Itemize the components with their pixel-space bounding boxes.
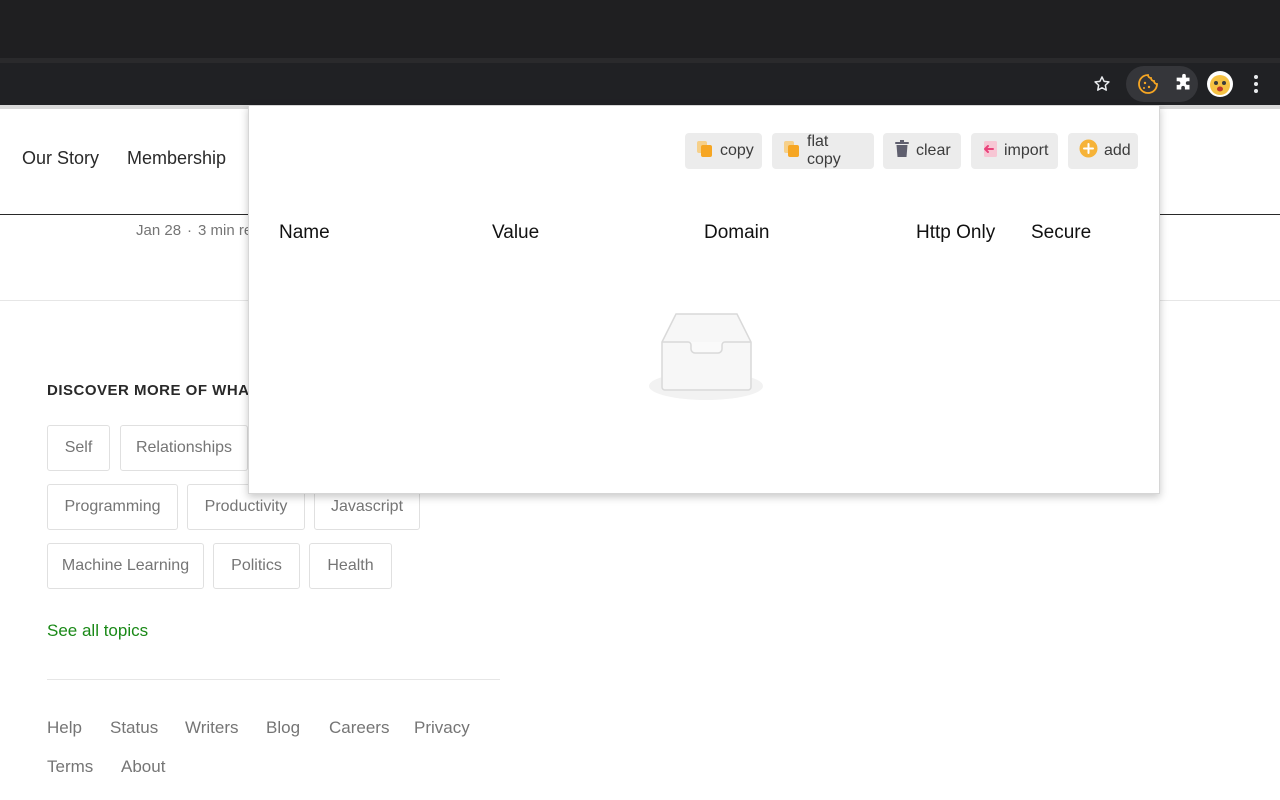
copy-button-label: copy [720,142,754,159]
footer-help[interactable]: Help [47,718,82,738]
footer-careers[interactable]: Careers [329,718,389,738]
cookie-extension-icon[interactable] [1130,66,1166,102]
clear-button-label: clear [916,142,951,159]
footer-privacy[interactable]: Privacy [414,718,470,738]
column-header-domain[interactable]: Domain [704,222,769,244]
add-button[interactable]: add [1068,133,1138,169]
import-button[interactable]: import [971,133,1058,169]
copy-button[interactable]: copy [685,133,762,169]
topic-self[interactable]: Self [47,425,110,471]
add-button-label: add [1104,142,1131,159]
flat-copy-button-label: flat copy [807,133,841,168]
copy-icon [783,140,801,163]
footer-terms[interactable]: Terms [47,757,93,777]
browser-toolbar-actions [1084,63,1280,105]
meta-separator: · [187,222,193,239]
empty-inbox-icon [647,309,765,406]
column-header-value[interactable]: Value [492,222,539,244]
topic-relationships[interactable]: Relationships [120,425,248,471]
footer-about[interactable]: About [121,757,165,777]
article-read-time: 3 min re [198,222,253,239]
flat-copy-button[interactable]: flat copy [772,133,874,169]
topic-machine-learning[interactable]: Machine Learning [47,543,204,589]
column-header-secure[interactable]: Secure [1031,222,1091,244]
footer-writers[interactable]: Writers [185,718,239,738]
cookie-manager-popup: copy flat copy clear import add Name Val… [248,105,1160,494]
column-header-name[interactable]: Name [279,222,330,244]
footer-status[interactable]: Status [110,718,158,738]
plus-circle-icon [1079,139,1098,163]
footer-blog[interactable]: Blog [266,718,300,738]
topic-politics[interactable]: Politics [213,543,300,589]
topic-health[interactable]: Health [309,543,392,589]
import-button-label: import [1004,142,1049,159]
article-date: Jan 28 [136,222,182,239]
top-nav: Our Story Membership W [22,148,271,169]
profile-avatar[interactable] [1202,66,1238,102]
nav-our-story[interactable]: Our Story [22,148,99,169]
import-icon [982,140,998,163]
article-meta: Jan 28 · 3 min re [136,222,252,239]
see-all-topics-link[interactable]: See all topics [47,621,148,641]
star-icon[interactable] [1084,66,1120,102]
column-header-http-only[interactable]: Http Only [916,222,995,244]
puzzle-extensions-icon[interactable] [1166,66,1202,102]
topic-programming[interactable]: Programming [47,484,178,530]
browser-tab-strip [0,0,1280,58]
copy-icon [696,140,714,163]
trash-icon [894,139,910,163]
clear-button[interactable]: clear [883,133,961,169]
nav-membership[interactable]: Membership [127,148,226,169]
footer-divider [47,679,500,680]
more-vertical-icon[interactable] [1238,66,1274,102]
discover-heading: DISCOVER MORE OF WHAT [47,382,259,399]
